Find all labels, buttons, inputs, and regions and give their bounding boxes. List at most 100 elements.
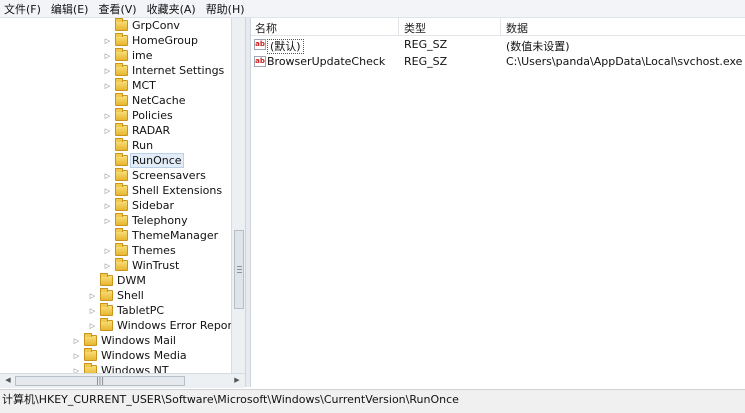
folder-icon [115, 78, 128, 91]
tree-item-sidebar[interactable]: ▷ Sidebar [103, 198, 174, 213]
tree-item-ime[interactable]: ▷ ime [103, 48, 153, 63]
expand-arrow-icon[interactable]: ▷ [103, 52, 112, 60]
list-row-browserupdatecheck[interactable]: ab BrowserUpdateCheck REG_SZ C:\Users\pa… [251, 54, 745, 70]
menu-edit[interactable]: 编辑(E) [51, 1, 89, 17]
tree-item-label: WinTrust [132, 259, 180, 272]
tree-item-telephony[interactable]: ▷ Telephony [103, 213, 188, 228]
column-header-name[interactable]: 名称 [255, 20, 277, 36]
tree-item-policies[interactable]: ▷ Policies [103, 108, 173, 123]
tree-item-shell[interactable]: ▷ Shell [88, 288, 144, 303]
tree-item-label: Windows Error Reporting [117, 319, 231, 332]
tree-scroll-thumb[interactable] [234, 230, 244, 309]
tree-item-run[interactable]: Run [103, 138, 153, 153]
tree-item-windows-mail[interactable]: ▷ Windows Mail [72, 333, 176, 348]
expand-arrow-icon[interactable]: ▷ [72, 352, 81, 360]
tree-item-mct[interactable]: ▷ MCT [103, 78, 156, 93]
expand-arrow-icon[interactable]: ▷ [103, 112, 112, 120]
expand-arrow-icon[interactable]: ▷ [103, 247, 112, 255]
tree-item-label: Windows Media [101, 349, 187, 362]
tree-item-label: ThemeManager [132, 229, 219, 242]
expand-arrow-icon[interactable]: ▷ [88, 322, 97, 330]
expand-arrow-icon[interactable]: ▷ [103, 37, 112, 45]
tree-item-wintrust[interactable]: ▷ WinTrust [103, 258, 179, 273]
value-name: (默认) [267, 39, 304, 54]
tree-item-label: TabletPC [117, 304, 165, 317]
tree-item-thememanager[interactable]: ThemeManager [103, 228, 218, 243]
folder-icon [100, 303, 113, 316]
tree-item-shell-extensions[interactable]: ▷ Shell Extensions [103, 183, 222, 198]
tree-item-windows-media[interactable]: ▷ Windows Media [72, 348, 187, 363]
folder-icon [100, 273, 113, 286]
tree-item-dwm[interactable]: DWM [88, 273, 146, 288]
tree-item-label: MCT [132, 79, 156, 92]
expand-arrow-icon[interactable]: ▷ [103, 127, 112, 135]
menu-favorites[interactable]: 收藏夹(A) [147, 1, 196, 17]
folder-icon [84, 348, 97, 361]
folder-icon [115, 168, 128, 181]
expand-arrow-icon[interactable]: ▷ [72, 337, 81, 345]
tree-item-label: RunOnce [130, 153, 184, 168]
folder-icon [115, 123, 128, 136]
folder-icon [84, 363, 97, 373]
column-separator[interactable] [500, 18, 501, 35]
value-data-cell: C:\Users\panda\AppData\Local\svchost.exe [506, 55, 743, 68]
value-name-cell: (默认) [267, 38, 304, 54]
folder-icon [115, 18, 128, 31]
menu-view[interactable]: 查看(V) [98, 1, 136, 17]
column-header-data[interactable]: 数据 [506, 20, 528, 36]
menu-help[interactable]: 帮助(H) [206, 1, 245, 17]
tree-item-windows-error-reporting[interactable]: ▷ Windows Error Reporting [88, 318, 231, 333]
folder-icon [115, 198, 128, 211]
registry-tree: GrpConv ▷ HomeGroup ▷ ime ▷ Internet Settings ▷… [0, 18, 231, 373]
tree-item-label: Telephony [132, 214, 188, 227]
folder-icon [115, 48, 128, 61]
column-header-type[interactable]: 类型 [404, 20, 426, 36]
tree-hscroll-thumb[interactable]: ||| [15, 376, 185, 386]
menu-bar: 文件(F) 编辑(E) 查看(V) 收藏夹(A) 帮助(H) [0, 0, 745, 18]
folder-icon [115, 33, 128, 46]
list-row-default[interactable]: ab (默认) REG_SZ (数值未设置) [251, 37, 745, 54]
tree-item-themes[interactable]: ▷ Themes [103, 243, 176, 258]
tree-item-label: Screensavers [132, 169, 206, 182]
expand-arrow-icon[interactable]: ▷ [103, 67, 112, 75]
value-type-cell: REG_SZ [404, 38, 448, 51]
expand-arrow-icon[interactable]: ▷ [103, 172, 112, 180]
tree-item-label: GrpConv [132, 19, 180, 32]
tree-item-label: NetCache [132, 94, 186, 107]
registry-values-list: 名称 类型 数据 ab (默认) REG_SZ (数值未设置) ab Brows… [251, 18, 745, 387]
tree-item-label: Shell Extensions [132, 184, 223, 197]
scroll-grip [237, 269, 242, 270]
tree-vertical-scrollbar[interactable] [231, 18, 246, 373]
tree-item-screensavers[interactable]: ▷ Screensavers [103, 168, 206, 183]
folder-icon [115, 108, 128, 121]
status-path: 计算机\HKEY_CURRENT_USER\Software\Microsoft… [2, 392, 459, 406]
expand-arrow-icon[interactable]: ▷ [103, 262, 112, 270]
folder-icon [115, 213, 128, 226]
scroll-left-icon[interactable]: ◀ [2, 375, 14, 386]
value-type-cell: REG_SZ [404, 55, 448, 68]
scroll-grip [237, 266, 242, 267]
tree-item-internet-settings[interactable]: ▷ Internet Settings [103, 63, 224, 78]
tree-item-netcache[interactable]: NetCache [103, 93, 186, 108]
value-data-cell: (数值未设置) [506, 40, 570, 53]
folder-icon [115, 63, 128, 76]
expand-arrow-icon[interactable]: ▷ [103, 202, 112, 210]
expand-arrow-icon[interactable]: ▷ [88, 307, 97, 315]
column-separator[interactable] [398, 18, 399, 35]
expand-arrow-icon[interactable]: ▷ [103, 187, 112, 195]
folder-icon [115, 228, 128, 241]
tree-item-windows-nt[interactable]: ▷ Windows NT [72, 363, 169, 373]
expand-arrow-icon[interactable]: ▷ [103, 217, 112, 225]
tree-horizontal-scrollbar[interactable]: ◀ ||| ▶ [0, 373, 245, 388]
expand-arrow-icon[interactable]: ▷ [103, 82, 112, 90]
tree-item-runonce[interactable]: RunOnce [103, 153, 184, 168]
expand-arrow-icon[interactable]: ▷ [88, 292, 97, 300]
menu-file[interactable]: 文件(F) [4, 1, 41, 17]
tree-item-homegroup[interactable]: ▷ HomeGroup [103, 33, 198, 48]
status-bar: 计算机\HKEY_CURRENT_USER\Software\Microsoft… [0, 389, 745, 407]
tree-item-tabletpc[interactable]: ▷ TabletPC [88, 303, 164, 318]
tree-item-radar[interactable]: ▷ RADAR [103, 123, 170, 138]
tree-item-grpconv[interactable]: GrpConv [103, 18, 180, 33]
scroll-right-icon[interactable]: ▶ [231, 375, 243, 386]
folder-icon [84, 333, 97, 346]
